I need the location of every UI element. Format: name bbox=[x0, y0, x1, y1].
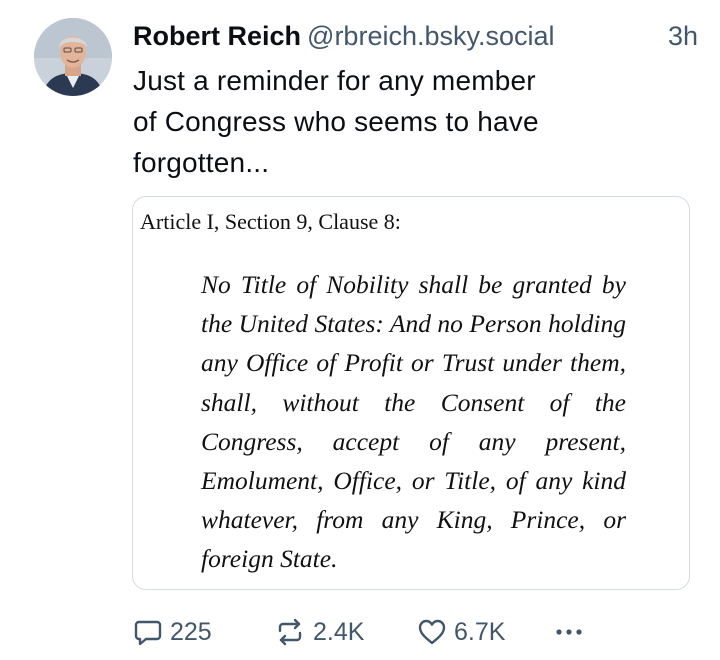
ellipsis-icon bbox=[553, 617, 585, 647]
post-text-line: of Congress who seems to have bbox=[133, 106, 539, 137]
post-timestamp[interactable]: 3h bbox=[668, 16, 698, 56]
author-handle[interactable]: @rbreich.bsky.social bbox=[307, 21, 554, 51]
post[interactable]: Robert Reich @rbreich.bsky.social 3h Just… bbox=[0, 0, 720, 660]
heart-icon bbox=[417, 617, 447, 647]
repost-count: 2.4K bbox=[313, 617, 365, 646]
avatar[interactable] bbox=[34, 18, 112, 96]
like-count: 6.7K bbox=[454, 617, 506, 646]
more-options-button[interactable] bbox=[553, 612, 585, 652]
post-text: Just a reminder for any member of Congre… bbox=[133, 60, 603, 183]
embedded-image-card[interactable]: Article I, Section 9, Clause 8: No Title… bbox=[132, 196, 690, 590]
reply-count: 225 bbox=[170, 617, 212, 646]
avatar-image bbox=[34, 18, 112, 96]
reply-button[interactable]: 225 bbox=[133, 612, 212, 652]
author-display-name[interactable]: Robert Reich bbox=[133, 21, 301, 51]
post-text-line: Just a reminder for any member bbox=[133, 65, 536, 96]
repost-button[interactable]: 2.4K bbox=[274, 612, 364, 652]
embed-heading: Article I, Section 9, Clause 8: bbox=[140, 209, 401, 234]
post-text-line: forgotten... bbox=[133, 147, 270, 178]
post-header: Robert Reich @rbreich.bsky.social 3h bbox=[133, 16, 698, 56]
embed-quote-text: No Title of Nobility shall be granted by… bbox=[201, 270, 626, 574]
speech-bubble-icon bbox=[133, 617, 163, 647]
post-actions: 225 2.4K 6.7K bbox=[133, 612, 603, 652]
repost-arrows-icon bbox=[274, 617, 306, 647]
like-button[interactable]: 6.7K bbox=[417, 612, 505, 652]
